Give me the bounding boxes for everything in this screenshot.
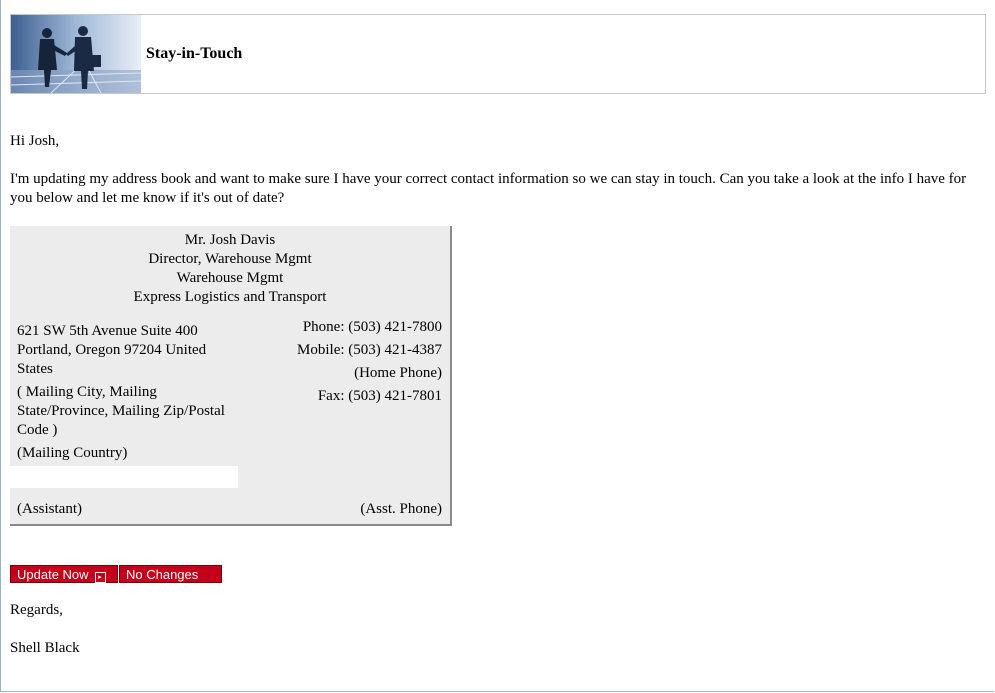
page-title: Stay-in-Touch bbox=[146, 45, 243, 62]
asst-phone-text: (Asst. Phone) bbox=[360, 501, 442, 517]
arrow-right-icon: ▸ bbox=[132, 590, 143, 601]
intro-text: I'm updating my address book and want to… bbox=[10, 171, 967, 206]
email-header: Stay-in-Touch bbox=[10, 14, 986, 94]
update-now-button[interactable]: Update Now ▸ bbox=[10, 565, 118, 583]
no-changes-button[interactable]: No Changes ▸ bbox=[119, 565, 222, 601]
no-changes-label: No Changes bbox=[126, 567, 199, 582]
contact-company: Express Logistics and Transport bbox=[133, 289, 327, 305]
address-line-2: Portland, Oregon 97204 United bbox=[17, 342, 207, 358]
mailing-line-1: ( Mailing City, Mailing bbox=[17, 384, 157, 400]
mobile-text: Mobile: (503) 421-4387 bbox=[297, 342, 442, 358]
update-now-label: Update Now bbox=[17, 567, 89, 582]
contact-title: Director, Warehouse Mgmt bbox=[148, 251, 312, 267]
mailing-line-2: State/Province, Mailing Zip/Postal bbox=[17, 403, 225, 419]
handshake-banner-image bbox=[11, 15, 141, 93]
closing-text: Regards, bbox=[10, 602, 63, 618]
contact-department: Warehouse Mgmt bbox=[176, 270, 284, 286]
mailing-line-3: Code ) bbox=[17, 422, 58, 438]
blank-field bbox=[10, 466, 238, 488]
address-line-3: States bbox=[17, 361, 53, 377]
phone-text: Phone: (503) 421-7800 bbox=[302, 319, 442, 335]
arrow-right-icon: ▸ bbox=[94, 572, 106, 583]
contact-name: Mr. Josh Davis bbox=[184, 232, 276, 248]
mailing-country: (Mailing Country) bbox=[17, 445, 128, 461]
assistant-text: (Assistant) bbox=[17, 501, 82, 517]
fax-text: Fax: (503) 421-7801 bbox=[317, 388, 442, 404]
greeting-text: Hi Josh, bbox=[10, 133, 60, 149]
signature-text: Shell Black bbox=[10, 640, 80, 656]
contact-card: Mr. Josh Davis Director, Warehouse Mgmt … bbox=[10, 226, 452, 526]
address-line-1: 621 SW 5th Avenue Suite 400 bbox=[17, 323, 198, 339]
home-phone-text: (Home Phone) bbox=[354, 365, 442, 381]
